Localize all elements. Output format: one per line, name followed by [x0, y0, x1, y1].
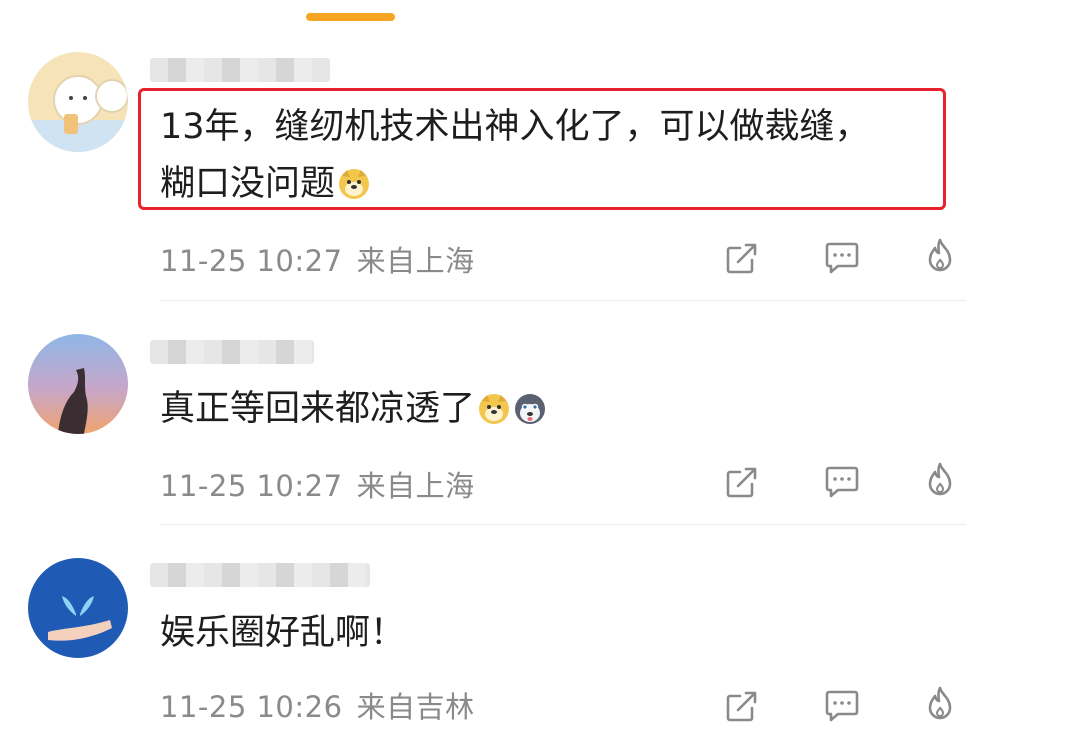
username-blurred[interactable] — [150, 563, 370, 587]
avatar[interactable] — [28, 558, 128, 658]
comment-icon — [825, 690, 859, 722]
comment-text-content: 娱乐圈好乱啊！ — [160, 613, 406, 653]
avatar-image — [28, 558, 128, 658]
comment-text: 娱乐圈好乱啊！ — [160, 605, 405, 661]
like-fire-icon — [928, 686, 952, 720]
comment-button[interactable] — [822, 686, 862, 726]
comment-item: 娱乐圈好乱啊！ 11-25 10:26 来自吉林 — [0, 0, 1080, 724]
share-button[interactable] — [722, 686, 762, 726]
comment-time: 11-25 10:26 — [160, 690, 343, 724]
like-button[interactable] — [920, 684, 960, 724]
comment-meta: 11-25 10:26 来自吉林 — [160, 684, 475, 726]
comment-location: 来自吉林 — [356, 690, 475, 724]
share-icon — [726, 691, 757, 722]
